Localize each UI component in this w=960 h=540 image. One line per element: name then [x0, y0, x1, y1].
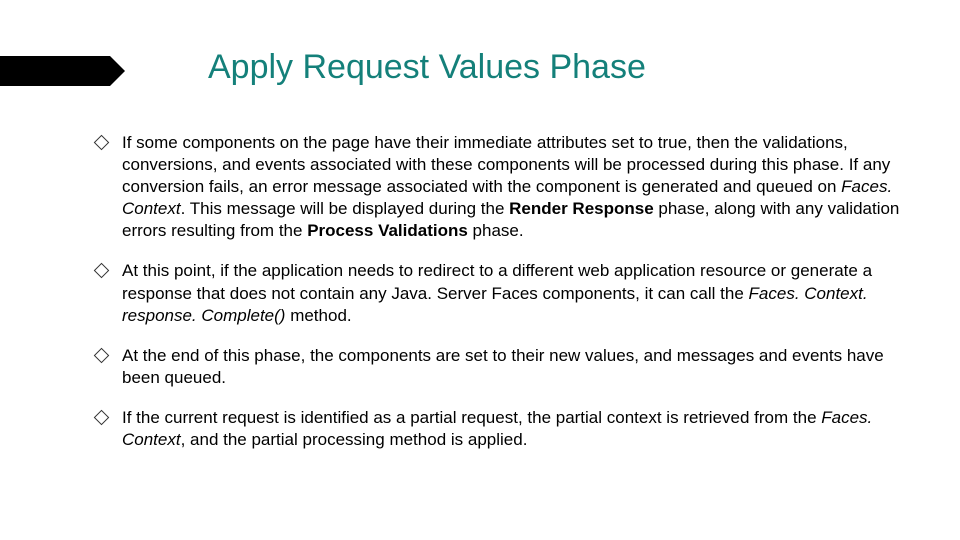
text-run: Process Validations	[307, 221, 468, 240]
text-run: Render Response	[509, 199, 654, 218]
text-run: method.	[285, 306, 351, 325]
bullet-item: At this point, if the application needs …	[96, 260, 900, 326]
text-run: If the current request is identified as …	[122, 408, 821, 427]
bullet-item: If some components on the page have thei…	[96, 132, 900, 242]
bullet-list: If some components on the page have thei…	[96, 132, 900, 451]
title-ribbon	[0, 56, 110, 86]
bullet-item: If the current request is identified as …	[96, 407, 900, 451]
text-run: . This message will be displayed during …	[181, 199, 510, 218]
text-run: , and the partial processing method is a…	[181, 430, 528, 449]
bullet-item: At the end of this phase, the components…	[96, 345, 900, 389]
text-run: phase.	[468, 221, 524, 240]
text-run: At the end of this phase, the components…	[122, 346, 884, 387]
slide-body: If some components on the page have thei…	[96, 132, 900, 469]
slide-title: Apply Request Values Phase	[208, 48, 646, 87]
text-run: If some components on the page have thei…	[122, 133, 890, 196]
